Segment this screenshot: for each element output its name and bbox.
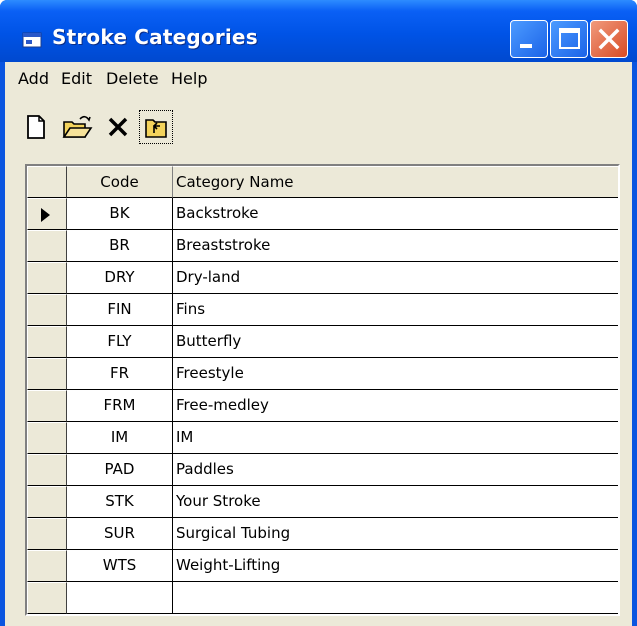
cell-code[interactable]: FRM [67, 390, 173, 422]
menu-edit[interactable]: Edit [61, 69, 92, 88]
row-selector[interactable] [27, 518, 67, 550]
cell-code[interactable]: FLY [67, 326, 173, 358]
categories-grid[interactable]: Code Category Name BK Backstroke BR Breasts… [25, 164, 620, 616]
cell-code[interactable]: WTS [67, 550, 173, 582]
table-row[interactable]: SUR Surgical Tubing [27, 518, 618, 550]
row-selector[interactable] [27, 422, 67, 454]
cell-category-name[interactable]: IM [173, 422, 618, 454]
cell-code[interactable]: DRY [67, 262, 173, 294]
new-document-icon [27, 115, 45, 139]
cell-category-name[interactable]: Breaststroke [173, 230, 618, 262]
cell-category-name[interactable]: Weight-Lifting [173, 550, 618, 582]
cell-category-name[interactable]: Surgical Tubing [173, 518, 618, 550]
cell-code[interactable]: FIN [67, 294, 173, 326]
table-row[interactable]: DRY Dry-land [27, 262, 618, 294]
table-row[interactable]: FLY Butterfly [27, 326, 618, 358]
cell-category-name[interactable]: Fins [173, 294, 618, 326]
row-selector[interactable] [27, 262, 67, 294]
cell-category-name[interactable] [173, 582, 618, 614]
table-row[interactable]: STK Your Stroke [27, 486, 618, 518]
cell-code[interactable]: SUR [67, 518, 173, 550]
delete-button[interactable] [103, 112, 133, 142]
row-selector-header[interactable] [27, 166, 67, 198]
up-level-button[interactable] [139, 110, 173, 144]
table-row[interactable]: WTS Weight-Lifting [27, 550, 618, 582]
minimize-icon [520, 44, 532, 48]
cell-code[interactable]: BR [67, 230, 173, 262]
grid-header-row: Code Category Name [27, 166, 618, 198]
row-selector[interactable] [27, 230, 67, 262]
current-row-pointer-icon [41, 208, 50, 222]
row-selector[interactable] [27, 294, 67, 326]
application-window: Stroke Categories Add Edit Delete Help C… [0, 0, 637, 626]
new-record-row[interactable] [27, 582, 618, 614]
row-selector[interactable] [27, 198, 67, 230]
menu-add[interactable]: Add [18, 69, 49, 88]
table-row[interactable]: PAD Paddles [27, 454, 618, 486]
table-row[interactable]: FIN Fins [27, 294, 618, 326]
row-selector[interactable] [27, 454, 67, 486]
window-title: Stroke Categories [52, 25, 258, 49]
row-selector[interactable] [27, 550, 67, 582]
toolbar [5, 98, 632, 152]
cell-category-name[interactable]: Freestyle [173, 358, 618, 390]
cell-category-name[interactable]: Dry-land [173, 262, 618, 294]
table-row[interactable]: IM IM [27, 422, 618, 454]
menu-bar: Add Edit Delete Help [5, 62, 632, 96]
new-button[interactable] [21, 112, 51, 142]
cell-code[interactable]: BK [67, 198, 173, 230]
table-row[interactable]: FR Freestyle [27, 358, 618, 390]
table-row[interactable]: BR Breaststroke [27, 230, 618, 262]
cell-code[interactable]: FR [67, 358, 173, 390]
row-selector[interactable] [27, 358, 67, 390]
cell-code[interactable]: IM [67, 422, 173, 454]
column-header-code[interactable]: Code [67, 166, 173, 198]
cell-code[interactable] [67, 582, 173, 614]
cell-category-name[interactable]: Your Stroke [173, 486, 618, 518]
row-selector[interactable] [27, 486, 67, 518]
table-row[interactable]: FRM Free-medley [27, 390, 618, 422]
maximize-icon [559, 28, 580, 49]
row-selector[interactable] [27, 326, 67, 358]
delete-x-icon [108, 117, 128, 137]
open-button[interactable] [61, 112, 93, 142]
cell-category-name[interactable]: Butterfly [173, 326, 618, 358]
menu-delete[interactable]: Delete [106, 69, 159, 88]
menu-help[interactable]: Help [171, 69, 207, 88]
cell-code[interactable]: STK [67, 486, 173, 518]
cell-category-name[interactable]: Free-medley [173, 390, 618, 422]
title-bar[interactable]: Stroke Categories [0, 0, 637, 62]
column-header-category-name[interactable]: Category Name [173, 166, 618, 198]
window-client-area: Add Edit Delete Help Code Category Name … [5, 62, 632, 626]
table-row[interactable]: BK Backstroke [27, 198, 618, 230]
cell-category-name[interactable]: Paddles [173, 454, 618, 486]
open-folder-icon [62, 115, 93, 138]
window-icon [22, 32, 42, 48]
up-folder-icon [145, 119, 167, 138]
maximize-button[interactable] [550, 20, 588, 58]
minimize-button[interactable] [510, 20, 548, 58]
close-icon [598, 28, 620, 50]
cell-code[interactable]: PAD [67, 454, 173, 486]
row-selector[interactable] [27, 390, 67, 422]
close-button[interactable] [590, 20, 628, 58]
row-selector[interactable] [27, 582, 67, 614]
cell-category-name[interactable]: Backstroke [173, 198, 618, 230]
